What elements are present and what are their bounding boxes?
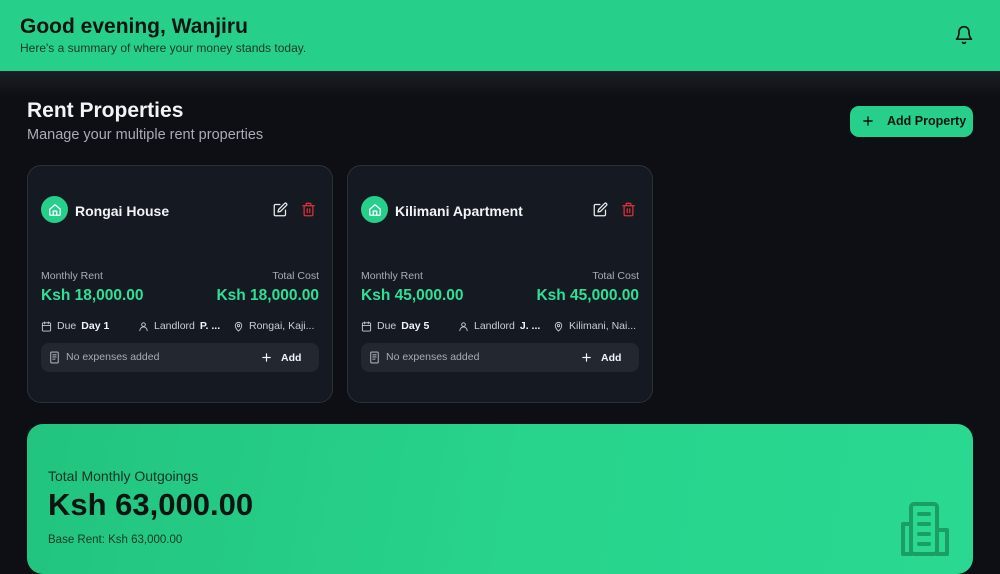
calendar-icon — [41, 320, 52, 332]
property-name: Kilimani Apartment — [395, 203, 523, 219]
add-expense-label: Add — [601, 351, 622, 364]
property-card-rongai-house: Rongai House Monthly Rent Total Cost Ksh… — [27, 165, 333, 403]
location-value: Kilimani, Nai... — [569, 320, 637, 332]
monthly-rent-value: Ksh 45,000.00 — [361, 287, 464, 304]
due-value: Day 1 — [81, 320, 110, 332]
user-icon — [139, 321, 148, 331]
due-info: Due Day 5 — [361, 319, 429, 333]
plus-icon — [582, 353, 591, 362]
landlord-info: Landlord P. ... — [138, 319, 220, 333]
plus-icon — [262, 353, 271, 362]
location-info: Kilimani, Nai... — [553, 319, 636, 333]
total-cost-value: Ksh 45,000.00 — [536, 287, 639, 304]
receipt-icon — [370, 351, 379, 364]
building-icon — [901, 502, 949, 556]
summary-base-rent: Base Rent: Ksh 63,000.00 — [48, 534, 183, 546]
receipt-icon — [50, 351, 59, 364]
expenses-row: No expenses added Add — [41, 343, 319, 372]
add-property-label: Add Property — [887, 114, 967, 128]
expenses-row: No expenses added Add — [361, 343, 639, 372]
monthly-outgoings-summary: Total Monthly Outgoings Ksh 63,000.00 Ba… — [27, 424, 973, 574]
edit-icon[interactable] — [273, 202, 288, 217]
due-info: Due Day 1 — [41, 319, 109, 333]
add-expense-button[interactable]: Add — [261, 350, 301, 365]
monthly-rent-label: Monthly Rent — [361, 270, 423, 282]
total-cost-label: Total Cost — [272, 270, 319, 282]
due-label: Due — [377, 320, 397, 332]
add-expense-label: Add — [281, 351, 302, 364]
map-pin-icon — [234, 321, 243, 332]
edit-icon[interactable] — [593, 202, 608, 217]
page-subtitle: Manage your multiple rent properties — [27, 127, 264, 143]
house-icon — [41, 196, 68, 223]
monthly-rent-value: Ksh 18,000.00 — [41, 287, 144, 304]
due-label: Due — [57, 320, 77, 332]
landlord-info: Landlord J. ... — [458, 319, 540, 333]
property-card-kilimani-apartment: Kilimani Apartment Monthly Rent Total Co… — [347, 165, 653, 403]
monthly-rent-label: Monthly Rent — [41, 270, 103, 282]
add-property-button[interactable]: Add Property — [850, 106, 973, 137]
trash-icon[interactable] — [621, 202, 636, 217]
location-value: Rongai, Kaji... — [249, 320, 315, 332]
property-name: Rongai House — [75, 203, 170, 219]
no-expenses-text: No expenses added — [66, 351, 160, 363]
no-expenses-text: No expenses added — [386, 351, 480, 363]
trash-icon[interactable] — [301, 202, 316, 217]
due-value: Day 5 — [401, 320, 430, 332]
user-icon — [459, 321, 468, 331]
summary-total: Ksh 63,000.00 — [48, 487, 254, 522]
total-cost-label: Total Cost — [592, 270, 639, 282]
plus-icon — [863, 116, 873, 126]
location-info: Rongai, Kaji... — [233, 319, 314, 333]
page-title: Rent Properties — [27, 99, 184, 122]
total-cost-value: Ksh 18,000.00 — [216, 287, 319, 304]
landlord-value: P. ... — [199, 320, 221, 332]
map-pin-icon — [554, 321, 563, 332]
calendar-icon — [361, 320, 372, 332]
landlord-value: J. ... — [519, 320, 541, 332]
house-icon — [361, 196, 388, 223]
greeting-subtitle: Here's a summary of where your money sta… — [20, 41, 307, 55]
header-shadow — [0, 71, 1000, 97]
landlord-label: Landlord — [154, 320, 195, 332]
add-expense-button[interactable]: Add — [581, 350, 621, 365]
greeting-title: Good evening, Wanjiru — [20, 15, 248, 38]
summary-label: Total Monthly Outgoings — [48, 468, 199, 484]
bell-icon[interactable] — [954, 25, 974, 45]
landlord-label: Landlord — [474, 320, 515, 332]
